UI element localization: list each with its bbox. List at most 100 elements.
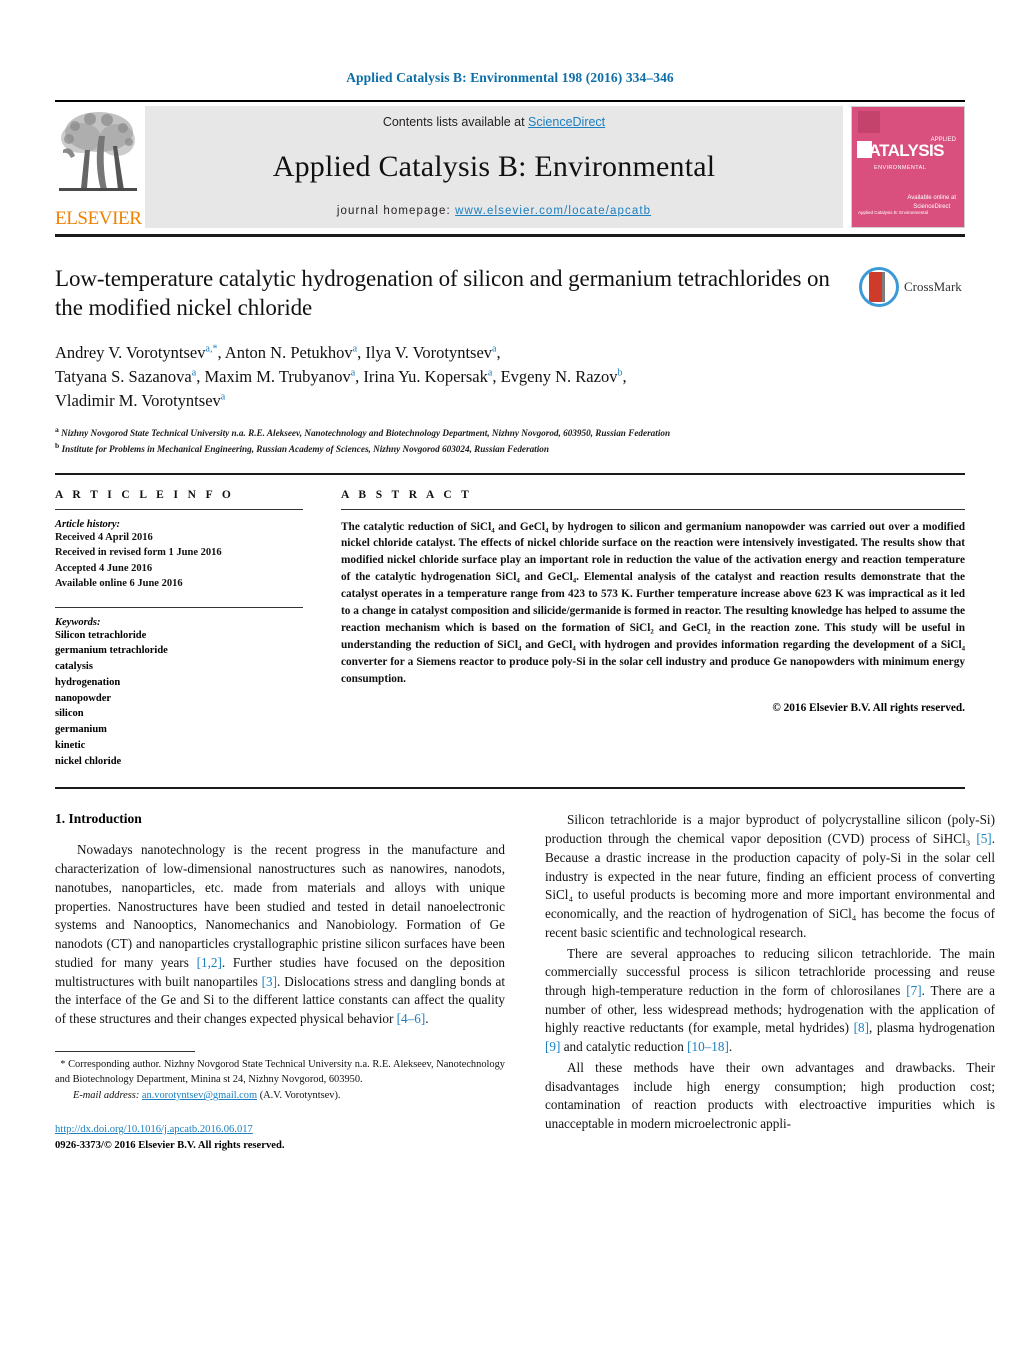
author-item: Vladimir M. Vorotyntseva: [55, 391, 225, 410]
author-name: Evgeny N. Razov: [500, 366, 618, 386]
author-item: Evgeny N. Razovb: [501, 367, 623, 386]
citation-ref[interactable]: [8]: [854, 1020, 869, 1035]
page-title: Low-temperature catalytic hydrogenation …: [55, 266, 830, 320]
masthead-bottom-rule: [55, 234, 965, 237]
author-item: Tatyana S. Sazanovaa: [55, 367, 196, 386]
email-line: E-mail address: an.vorotyntsev@gmail.com…: [55, 1089, 505, 1104]
keyword-item: nanopowder: [55, 692, 112, 704]
abstract-column: A B S T R A C T The catalytic reduction …: [341, 489, 965, 770]
abstract-text: The catalytic reduction of SiCl₄ and GeC…: [341, 520, 965, 685]
citation-ref[interactable]: [4–6]: [397, 1011, 426, 1026]
corresponding-author-footnote: * Corresponding author. Nizhny Novgorod …: [55, 1058, 505, 1104]
author-list: Andrey V. Vorotyntseva,*, Anton N. Petuk…: [55, 342, 627, 410]
email-link[interactable]: an.vorotyntsev@gmail.com: [142, 1090, 257, 1101]
elsevier-logo: ELSEVIER: [55, 106, 142, 228]
citation-ref[interactable]: [1,2]: [197, 955, 222, 970]
running-head: Applied Catalysis B: Environmental 198 (…: [346, 70, 674, 85]
info-abstract-row: A R T I C L E I N F O Article history: R…: [55, 489, 965, 770]
keywords-label: Keywords:: [55, 616, 101, 628]
crossmark-icon: [859, 267, 899, 307]
doi-link[interactable]: http://dx.doi.org/10.1016/j.apcatb.2016.…: [55, 1124, 253, 1135]
citation-ref[interactable]: [5]: [976, 831, 991, 846]
elsevier-tree-icon: [55, 106, 137, 198]
author-item: Maxim M. Trubyanova: [204, 367, 355, 386]
paragraph: All these methods have their own advanta…: [545, 1059, 995, 1134]
affiliation-marker: a: [55, 424, 59, 434]
paragraph-text: Silicon tetrachloride is a major byprodu…: [545, 812, 995, 940]
crossmark-badge[interactable]: CrossMark: [859, 267, 965, 307]
masthead-center-band: Contents lists available at ScienceDirec…: [145, 106, 843, 228]
journal-title: Applied Catalysis B: Environmental: [272, 150, 716, 183]
article-history-list: Received 4 April 2016 Received in revise…: [55, 530, 303, 592]
journal-masthead: ELSEVIER Contents lists available at Sci…: [55, 100, 965, 228]
author-name: Andrey V. Vorotyntsev: [55, 342, 206, 362]
author-affil-marker[interactable]: a: [353, 343, 357, 354]
paragraph: There are several approaches to reducing…: [545, 945, 995, 1057]
sciencedirect-link[interactable]: ScienceDirect: [528, 115, 605, 129]
author-affil-marker[interactable]: a: [351, 367, 355, 378]
footnote-text: Corresponding author. Nizhny Novgorod St…: [55, 1058, 505, 1085]
citation-ref[interactable]: [10–18]: [687, 1039, 729, 1054]
paragraph: Nowadays nanotechnology is the recent pr…: [55, 841, 505, 1028]
abstract-copyright: © 2016 Elsevier B.V. All rights reserved…: [772, 701, 965, 714]
keyword-item: Silicon tetrachloride: [55, 629, 147, 641]
abstract-rule: [341, 508, 965, 510]
author-name: Irina Yu. Kopersak: [363, 366, 488, 386]
keyword-item: hydrogenation: [55, 676, 121, 688]
cover-title: CATALYSIS: [857, 141, 944, 160]
cover-footer-line2: ScienceDirect: [913, 203, 951, 210]
citation-ref[interactable]: [7]: [906, 983, 921, 998]
author-affil-marker[interactable]: a,*: [206, 343, 218, 354]
homepage-prefix: journal homepage:: [336, 205, 456, 217]
footnote-star: *: [60, 1058, 66, 1070]
abstract-heading: A B S T R A C T: [341, 488, 473, 501]
citation-ref[interactable]: [3]: [262, 974, 277, 989]
history-item: Received 4 April 2016: [55, 531, 153, 543]
email-owner: (A.V. Vorotyntsev).: [259, 1090, 341, 1102]
body-right-column: Silicon tetrachloride is a major byprodu…: [545, 811, 995, 1153]
author-name: Ilya V. Vorotyntsev: [365, 342, 493, 362]
contents-prefix: Contents lists available at: [382, 115, 529, 129]
cover-subtitle: ENVIRONMENTAL: [874, 165, 927, 171]
affiliation-marker: b: [55, 441, 60, 451]
author-affil-marker[interactable]: a: [488, 367, 492, 378]
cover-footer-line1: Available online at: [907, 195, 956, 202]
journal-cover-thumbnail[interactable]: APPLIED CATALYSIS ENVIRONMENTAL Availabl…: [851, 106, 965, 228]
citation-ref[interactable]: [9]: [545, 1039, 560, 1054]
author-item: Irina Yu. Kopersaka: [363, 367, 492, 386]
cover-elsevier-mark: [858, 111, 880, 133]
author-item: Andrey V. Vorotyntseva,*: [55, 343, 217, 362]
affiliation-b: b Institute for Problems in Mechanical E…: [55, 440, 885, 456]
affiliation-text: Nizhny Novgorod State Technical Universi…: [61, 427, 671, 438]
article-history-label: Article history:: [55, 518, 121, 530]
title-bottom-rule: [55, 472, 965, 475]
history-item: Available online 6 June 2016: [55, 578, 183, 590]
author-affil-marker[interactable]: a: [221, 391, 225, 402]
contents-available-line: Contents lists available at ScienceDirec…: [383, 115, 605, 129]
section-heading-introduction: 1. Introduction: [55, 811, 142, 827]
keyword-item: catalysis: [55, 661, 93, 673]
keywords-block: Keywords: Silicon tetrachloride germaniu…: [55, 606, 303, 770]
paragraph-text: There are several approaches to reducing…: [545, 945, 995, 1055]
cover-footer: Available online at ScienceDirect: [907, 194, 956, 211]
body-left-column: 1. Introduction Nowadays nanotechnology …: [55, 811, 505, 1153]
history-item: Received in revised form 1 June 2016: [55, 547, 222, 559]
journal-homepage-link[interactable]: www.elsevier.com/locate/apcatb: [455, 205, 651, 217]
email-label: E-mail address:: [73, 1090, 140, 1102]
author-item: Ilya V. Vorotyntseva: [365, 343, 496, 362]
keyword-item: germanium tetrachloride: [55, 645, 168, 657]
body-columns: 1. Introduction Nowadays nanotechnology …: [55, 811, 995, 1153]
crossmark-label: CrossMark: [904, 279, 962, 294]
author-name: Tatyana S. Sazanova: [55, 366, 192, 386]
author-name: Vladimir M. Vorotyntsev: [55, 390, 221, 410]
author-affil-marker[interactable]: b: [617, 367, 622, 378]
author-item: Anton N. Petukhova: [225, 343, 357, 362]
affiliation-a: a Nizhny Novgorod State Technical Univer…: [55, 424, 885, 440]
author-affil-marker[interactable]: a: [192, 367, 196, 378]
keywords-list: Silicon tetrachloride germanium tetrachl…: [55, 628, 303, 770]
journal-homepage-line: journal homepage: www.elsevier.com/locat…: [337, 205, 651, 217]
keyword-item: kinetic: [55, 739, 86, 751]
affiliation-text: Institute for Problems in Mechanical Eng…: [61, 444, 549, 455]
cover-bottom-left: Applied Catalysis B: Environmental: [858, 210, 929, 216]
author-affil-marker[interactable]: a: [492, 343, 496, 354]
